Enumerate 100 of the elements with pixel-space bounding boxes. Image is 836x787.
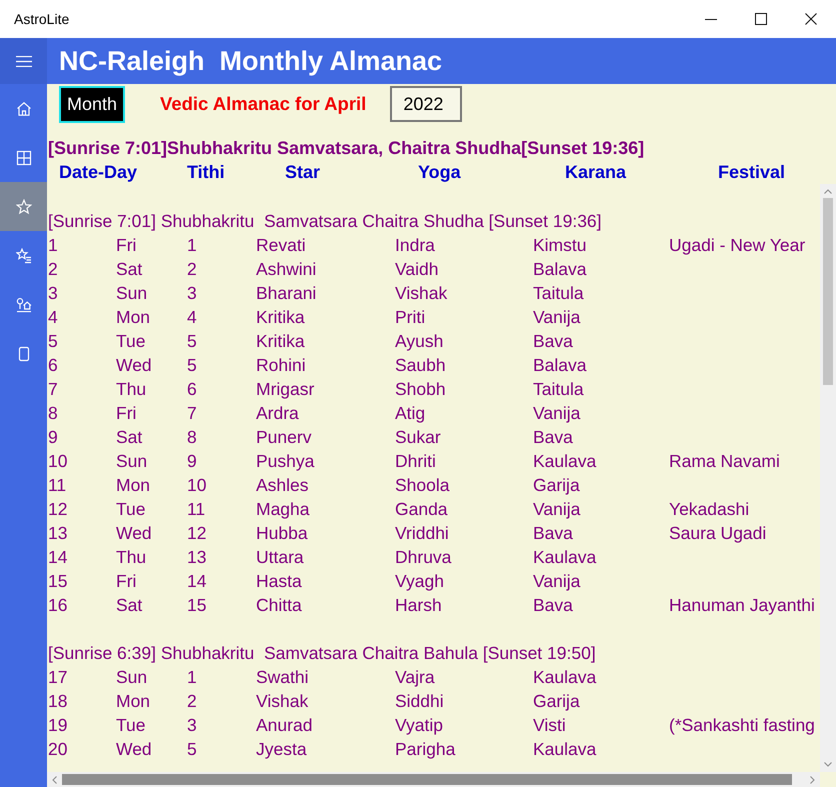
- table-cell-text: Wed: [116, 522, 152, 545]
- table-cell-text: Vanija: [533, 402, 580, 425]
- table-cell-text: Indra: [395, 234, 435, 257]
- sunrise-summary: [Sunrise 7:01]Shubhakritu Samvatsara, Chaitra Shudha[Sunset 19:36]: [47, 137, 644, 160]
- menu-button[interactable]: [0, 38, 47, 84]
- menu-icon: [16, 56, 32, 66]
- table-cell-text: 5: [187, 330, 197, 353]
- scrollbar-thumb[interactable]: [62, 774, 792, 785]
- table-cell-text: 3: [187, 714, 197, 737]
- window-title: AstroLite: [14, 11, 70, 27]
- table-cell-text: 6: [48, 354, 58, 377]
- star-icon: [16, 198, 32, 214]
- table-cell-text: Mon: [116, 474, 150, 497]
- table-cell-text: Harsh: [395, 594, 442, 617]
- table-cell-text: Priti: [395, 306, 426, 329]
- table-cell-text: Sukar: [395, 426, 441, 449]
- table-cell-text: Chitta: [256, 594, 302, 617]
- maximize-icon: [755, 13, 767, 25]
- table-cell-text: Saubh: [395, 354, 446, 377]
- page-title: NC-Raleigh Monthly Almanac: [59, 46, 442, 76]
- year-field[interactable]: 2022: [390, 86, 462, 122]
- table-cell-text: 19: [48, 714, 68, 737]
- column-header: Yoga: [418, 161, 461, 184]
- table-cell-text: 12: [48, 498, 68, 521]
- chevron-down-icon[interactable]: [824, 762, 832, 767]
- table-cell-text: 13: [48, 522, 68, 545]
- table-cell-text: Sun: [116, 666, 148, 689]
- table-cell-text: 17: [48, 666, 68, 689]
- table-cell-text: 9: [187, 450, 197, 473]
- table-cell-text: Saura Ugadi: [669, 522, 766, 545]
- table-cell-text: Taitula: [533, 282, 584, 305]
- month-button[interactable]: Month: [59, 86, 125, 122]
- table-cell-text: Dhriti: [395, 450, 436, 473]
- table-cell-text: Vishak: [395, 282, 448, 305]
- table-cell-text: Vaidh: [395, 258, 438, 281]
- table-cell-text: 13: [187, 546, 206, 569]
- table-cell-text: Mon: [116, 306, 150, 329]
- tree-house-icon: [16, 296, 32, 312]
- table-cell-text: 4: [48, 306, 58, 329]
- table-cell-text: 8: [48, 402, 58, 425]
- table-cell-text: Ardra: [256, 402, 299, 425]
- table-cell-text: Revati: [256, 234, 306, 257]
- table-cell-text: Shoola: [395, 474, 450, 497]
- table-cell-text: Tue: [116, 714, 146, 737]
- almanac-heading: Vedic Almanac for April: [160, 93, 366, 115]
- table-cell-text: Punerv: [256, 426, 312, 449]
- table-cell-text: Siddhi: [395, 690, 444, 713]
- chevron-right-icon[interactable]: [810, 776, 815, 784]
- table-cell-text: Ugadi - New Year: [669, 234, 806, 257]
- star-list-icon: [16, 248, 32, 264]
- table-cell-text: 10: [187, 474, 206, 497]
- table-cell-text: Kimstu: [533, 234, 586, 257]
- table-cell-text: 1: [187, 234, 197, 257]
- table-cell-text: Uttara: [256, 546, 304, 569]
- table-cell-text: 4: [187, 306, 197, 329]
- table-cell-text: Parigha: [395, 738, 456, 761]
- table-cell-text: Magha: [256, 498, 310, 521]
- table-cell-text: Sat: [116, 426, 142, 449]
- table-cell-text: Mrigasr: [256, 378, 314, 401]
- chevron-left-icon[interactable]: [52, 776, 57, 784]
- table-cell-text: Thu: [116, 546, 146, 569]
- table-cell-text: Sat: [116, 258, 142, 281]
- table-cell-text: 3: [187, 282, 197, 305]
- table-cell-text: 14: [48, 546, 68, 569]
- column-header: Karana: [565, 161, 626, 184]
- table-cell-text: Vanija: [533, 498, 580, 521]
- table-cell-text: Vriddhi: [395, 522, 449, 545]
- table-cell-text: 5: [187, 738, 197, 761]
- table-cell-text: 15: [187, 594, 206, 617]
- table-cell-text: Kaulava: [533, 450, 596, 473]
- table-cell-text: Garija: [533, 474, 580, 497]
- table-cell-text: 7: [48, 378, 58, 401]
- table-cell-text: Hubba: [256, 522, 308, 545]
- table-cell-text: Shobh: [395, 378, 446, 401]
- minimize-icon: [705, 18, 717, 20]
- table-cell-text: Fri: [116, 570, 136, 593]
- table-cell-text: Sun: [116, 282, 148, 305]
- table-cell-text: 2: [48, 258, 58, 281]
- table-cell-text: 11: [48, 474, 66, 497]
- table-cell-text: Vishak: [256, 690, 308, 713]
- home-icon: [16, 100, 32, 116]
- nav-item[interactable]: [0, 182, 47, 231]
- table-cell-text: Bava: [533, 426, 573, 449]
- table-cell-text: 12: [187, 522, 206, 545]
- section-heading: [Sunrise 7:01] Shubhakritu Samvatsara Chaitra Shudha [Sunset 19:36]: [47, 210, 602, 233]
- chevron-up-icon[interactable]: [824, 189, 832, 194]
- table-cell-text: 2: [187, 690, 197, 713]
- table-cell-text: Dhruva: [395, 546, 452, 569]
- table-cell-text: 15: [48, 570, 68, 593]
- table-cell-text: Wed: [116, 354, 152, 377]
- table-cell-text: (*Sankashti fasting: [669, 714, 815, 737]
- table-cell-text: 7: [187, 402, 197, 425]
- table-cell-text: Tue: [116, 498, 146, 521]
- table-cell-text: Bava: [533, 594, 573, 617]
- table-cell-text: Kaulava: [533, 738, 596, 761]
- scrollbar-thumb[interactable]: [823, 198, 833, 385]
- table-cell-text: Mon: [116, 690, 150, 713]
- table-cell-text: 1: [48, 234, 58, 257]
- grid-icon: [16, 150, 32, 166]
- table-cell-text: Wed: [116, 738, 152, 761]
